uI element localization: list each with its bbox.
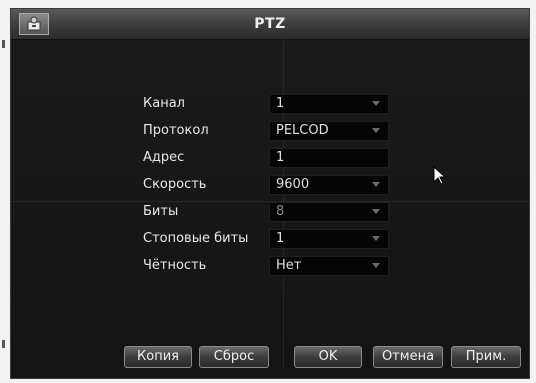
channel-label: Канал xyxy=(143,96,185,111)
chevron-down-icon xyxy=(372,263,380,268)
chevron-down-icon xyxy=(372,182,380,187)
address-label: Адрес xyxy=(143,150,185,165)
stopbits-label: Стоповые биты xyxy=(143,231,249,246)
apply-button[interactable]: Прим. xyxy=(451,346,521,368)
databits-value: 8 xyxy=(276,204,285,219)
baudrate-value: 9600 xyxy=(276,177,310,192)
mouse-pointer-icon xyxy=(433,165,447,190)
channel-value: 1 xyxy=(276,96,285,111)
chevron-down-icon xyxy=(372,128,380,133)
window-title: PTZ xyxy=(254,16,286,32)
stopbits-value: 1 xyxy=(276,231,285,246)
databits-label: Биты xyxy=(143,204,179,219)
protocol-label: Протокол xyxy=(143,123,209,138)
stopbits-select[interactable]: 1 xyxy=(269,229,389,249)
edge-marker xyxy=(2,340,5,348)
baudrate-label: Скорость xyxy=(143,177,207,192)
screen: PTZ Канал 1 Протокол PELCOD Адрес 1 Скор… xyxy=(0,0,536,383)
ptz-dialog: PTZ Канал 1 Протокол PELCOD Адрес 1 Скор… xyxy=(10,8,530,379)
address-value: 1 xyxy=(276,150,285,165)
title-bar: PTZ xyxy=(11,9,529,40)
parity-value: Нет xyxy=(276,258,302,273)
parity-label: Чётность xyxy=(143,258,207,273)
parity-select[interactable]: Нет xyxy=(269,256,389,276)
protocol-select[interactable]: PELCOD xyxy=(269,121,389,141)
copy-button[interactable]: Копия xyxy=(124,346,192,368)
cancel-button[interactable]: Отмена xyxy=(373,346,443,368)
baudrate-select[interactable]: 9600 xyxy=(269,175,389,195)
chevron-down-icon xyxy=(372,209,380,214)
edge-marker xyxy=(2,40,5,48)
reset-button[interactable]: Сброс xyxy=(199,346,269,368)
address-input[interactable]: 1 xyxy=(269,148,389,168)
channel-select[interactable]: 1 xyxy=(269,94,389,114)
databits-select[interactable]: 8 xyxy=(269,202,389,222)
ok-button[interactable]: OK xyxy=(294,346,362,368)
chevron-down-icon xyxy=(372,236,380,241)
chevron-down-icon xyxy=(372,101,380,106)
protocol-value: PELCOD xyxy=(276,123,329,138)
